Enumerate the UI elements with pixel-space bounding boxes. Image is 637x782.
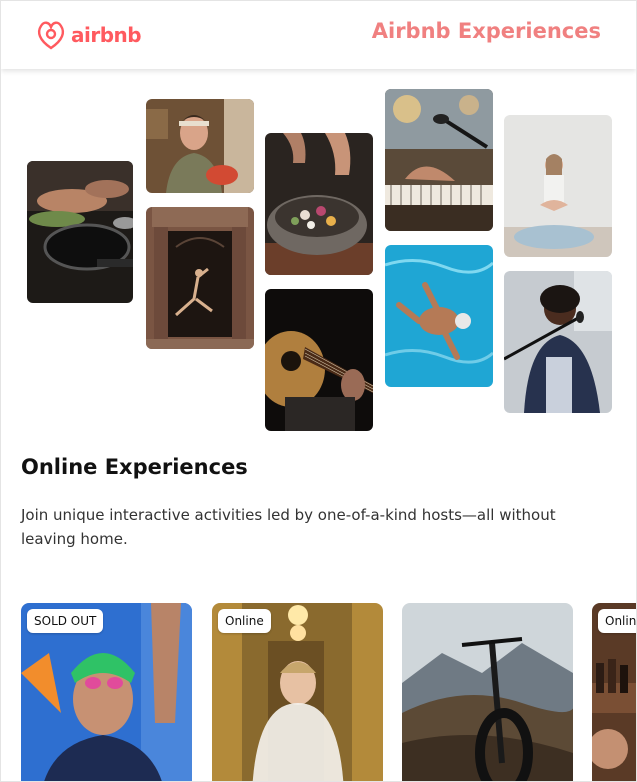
header-title: Airbnb Experiences [371, 19, 601, 43]
airbnb-belo-icon [37, 21, 65, 50]
experience-card-wine[interactable]: Online [592, 603, 636, 781]
page-frame: airbnb Airbnb Experiences Online Experie… [0, 0, 637, 782]
cooking-pan-photo [27, 161, 133, 303]
top-header: airbnb Airbnb Experiences [1, 1, 636, 69]
bike-card-image [402, 603, 573, 781]
guitar-photo [265, 289, 373, 431]
experience-card-bride[interactable]: Online [212, 603, 383, 781]
card-badge: SOLD OUT [27, 609, 104, 633]
airbnb-logo[interactable]: airbnb [35, 18, 142, 52]
food-bowl-photo [265, 133, 373, 275]
yoga-photo [504, 115, 612, 257]
logo-text: airbnb [71, 23, 142, 47]
experience-card-swimmer[interactable]: SOLD OUT [21, 603, 192, 781]
dancer-doorway-photo [146, 207, 254, 349]
woman-kitchen-photo [146, 99, 254, 193]
section-description: Join unique interactive activities led b… [21, 506, 556, 548]
card-badge: Online [218, 609, 271, 633]
piano-microphone-photo [385, 89, 493, 231]
section-title: Online Experiences [21, 455, 248, 479]
card-badge: Online [598, 609, 636, 633]
swimmer-photo [385, 245, 493, 387]
experience-card-bike[interactable] [402, 603, 573, 781]
singer-photo [504, 271, 612, 413]
